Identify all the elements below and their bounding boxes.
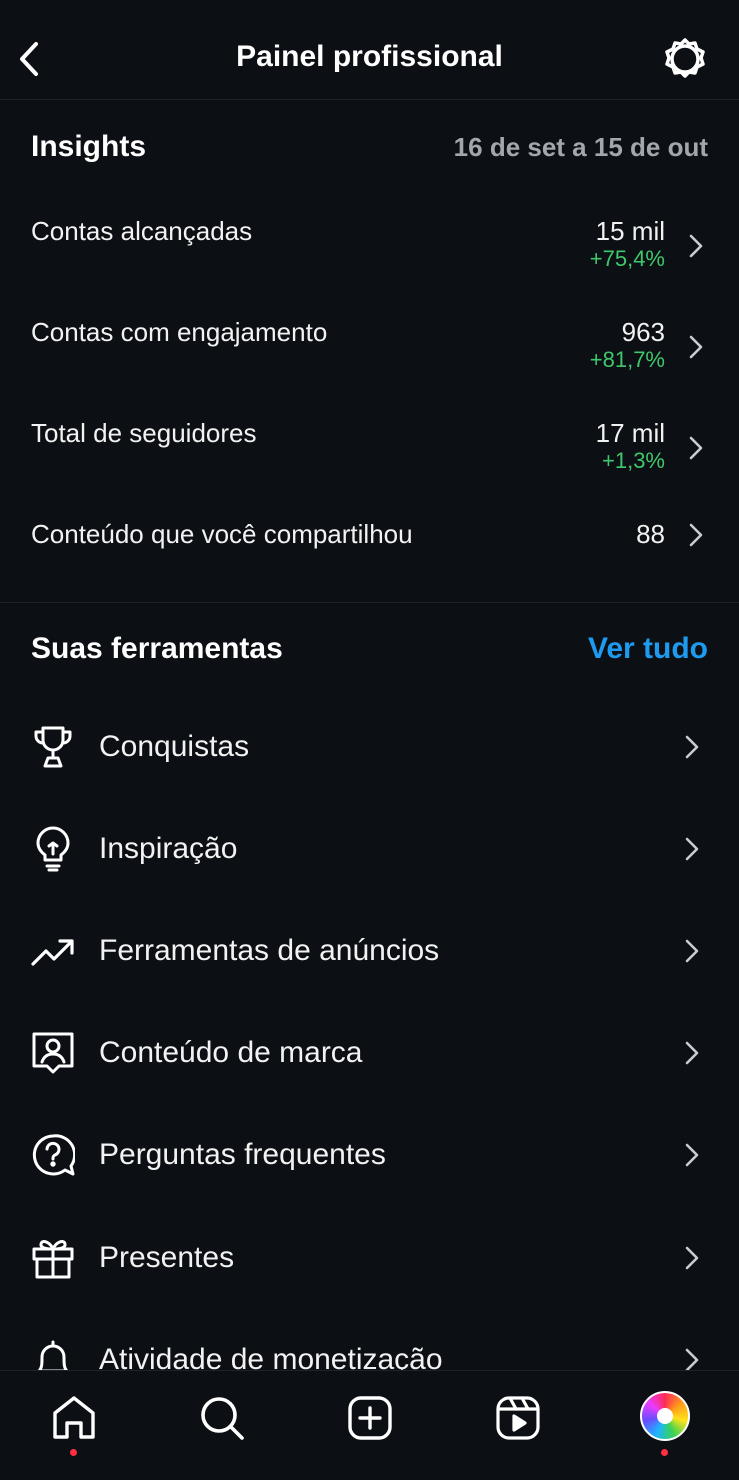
- chevron-right-icon: [684, 1245, 700, 1271]
- metric-row-accounts-engaged[interactable]: Contas com engajamento 963 +81,7%: [0, 317, 739, 407]
- insights-heading: Insights: [31, 130, 147, 163]
- tool-label: Ferramentas de anúncios: [99, 934, 440, 967]
- metric-label: Conteúdo que você compartilhou: [31, 519, 413, 549]
- chevron-right-icon: [684, 1142, 700, 1168]
- date-range[interactable]: 16 de set a 15 de out: [454, 132, 708, 163]
- trending-up-icon: [31, 928, 75, 974]
- profile-avatar[interactable]: [640, 1391, 690, 1441]
- trophy-icon: [31, 724, 75, 770]
- tool-label: Perguntas frequentes: [99, 1138, 386, 1171]
- metric-delta: +1,3%: [602, 448, 665, 473]
- chevron-right-icon: [684, 836, 700, 862]
- tool-label: Inspiração: [99, 832, 238, 865]
- chevron-right-icon: [688, 435, 704, 461]
- chevron-right-icon: [684, 938, 700, 964]
- tool-label: Conteúdo de marca: [99, 1036, 363, 1069]
- chevron-right-icon: [688, 233, 704, 259]
- metric-value: 15 mil: [595, 216, 665, 246]
- lightbulb-icon: [31, 826, 75, 872]
- create-icon[interactable]: [345, 1393, 395, 1443]
- branded-content-icon: [31, 1030, 75, 1076]
- scroll-content: Painel profissional Insights 16 de set a…: [0, 0, 739, 1370]
- tool-row-ad-tools[interactable]: Ferramentas de anúncios: [0, 928, 739, 1018]
- see-all-link[interactable]: Ver tudo: [588, 632, 708, 666]
- chevron-right-icon: [684, 1040, 700, 1066]
- tools-heading: Suas ferramentas: [31, 632, 283, 665]
- page-title: Painel profissional: [236, 40, 503, 73]
- chevron-right-icon: [684, 1347, 700, 1370]
- metric-row-content-shared[interactable]: Conteúdo que você compartilhou 88: [0, 519, 739, 569]
- home-icon[interactable]: [49, 1393, 99, 1443]
- tool-row-achievements[interactable]: Conquistas: [0, 724, 739, 814]
- tool-row-inspiration[interactable]: Inspiração: [0, 826, 739, 916]
- chevron-right-icon: [688, 334, 704, 360]
- metric-delta: +75,4%: [589, 246, 665, 271]
- metric-row-total-followers[interactable]: Total de seguidores 17 mil +1,3%: [0, 418, 739, 508]
- tool-row-monetization-activity[interactable]: Atividade de monetização: [0, 1337, 739, 1370]
- metric-label: Contas com engajamento: [31, 317, 328, 347]
- tool-row-branded-content[interactable]: Conteúdo de marca: [0, 1030, 739, 1120]
- tool-label: Atividade de monetização: [99, 1343, 443, 1370]
- question-bubble-icon: [31, 1132, 77, 1178]
- metric-delta: +81,7%: [589, 347, 665, 372]
- metric-row-accounts-reached[interactable]: Contas alcançadas 15 mil +75,4%: [0, 216, 739, 306]
- tool-row-gifts[interactable]: Presentes: [0, 1235, 739, 1325]
- metric-label: Contas alcançadas: [31, 216, 253, 246]
- tool-label: Presentes: [99, 1241, 235, 1274]
- search-icon[interactable]: [197, 1393, 247, 1443]
- metric-value: 88: [636, 519, 665, 549]
- gift-icon: [31, 1235, 75, 1281]
- avatar-center: [657, 1408, 673, 1424]
- metric-value: 963: [621, 317, 665, 347]
- metric-label: Total de seguidores: [31, 418, 257, 448]
- reels-icon[interactable]: [493, 1393, 543, 1443]
- chevron-right-icon: [684, 734, 700, 760]
- tool-row-faq[interactable]: Perguntas frequentes: [0, 1132, 739, 1222]
- notification-dot: [661, 1449, 668, 1456]
- section-divider: [0, 602, 739, 603]
- bottom-navigation: [0, 1370, 739, 1480]
- metric-value: 17 mil: [595, 418, 665, 448]
- top-bar: Painel profissional: [0, 0, 739, 100]
- chevron-right-icon: [688, 522, 704, 548]
- notification-dot: [70, 1449, 77, 1456]
- settings-gear-icon[interactable]: [662, 36, 708, 82]
- tool-label: Conquistas: [99, 730, 250, 763]
- bell-icon: [31, 1337, 75, 1370]
